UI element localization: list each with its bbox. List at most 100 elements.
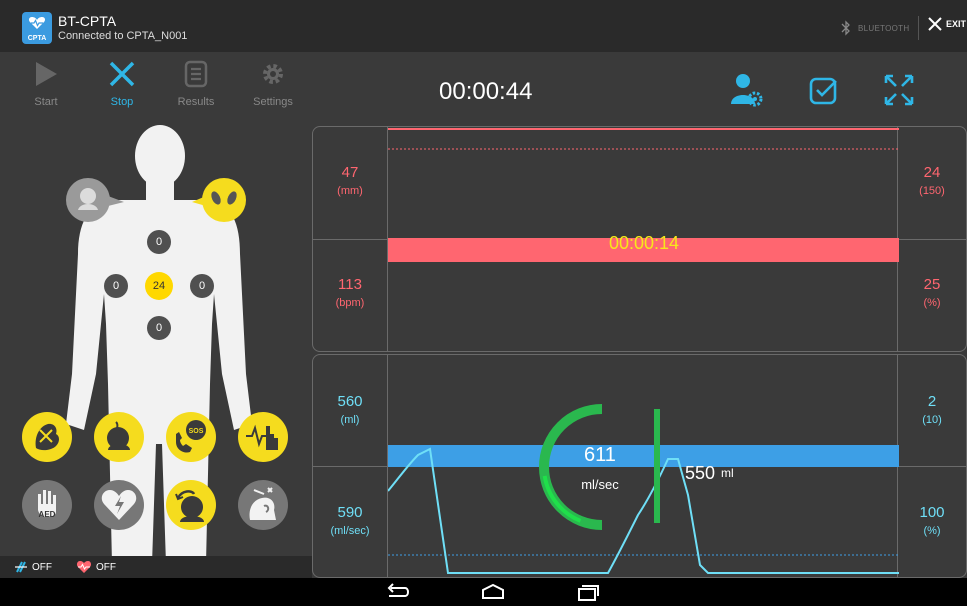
flow-gauge-unit: ml/sec	[581, 477, 619, 492]
app-logo: CPTA	[22, 12, 52, 44]
head-tilt-icon	[249, 487, 276, 520]
bluetooth-icon	[841, 20, 850, 36]
start-label: Start	[34, 96, 58, 108]
bluetooth-button[interactable]: BLUETOOTH	[840, 18, 909, 38]
divider	[313, 239, 387, 240]
pulse-check-icon	[246, 424, 278, 450]
depth-value: 47	[341, 164, 359, 181]
percent-value: 25	[923, 276, 941, 293]
rate-value: 113	[338, 276, 362, 293]
flow-rate-value: 590	[337, 504, 363, 521]
pulse-check-button[interactable]	[238, 412, 288, 462]
heart-pulse-icon	[76, 561, 92, 573]
head-tilt-bubble-icon[interactable]	[64, 176, 128, 224]
settings-button[interactable]: Settings	[243, 60, 303, 108]
bluetooth-label: BLUETOOTH	[858, 23, 910, 33]
stop-label: Stop	[110, 96, 134, 108]
compression-right-column: 24 (150) 25 (%)	[897, 127, 966, 351]
flow-readout: 590 (ml/sec)	[313, 504, 387, 537]
aed-label: AED	[38, 510, 56, 519]
sos-call-icon: SOS	[176, 420, 206, 453]
sensor-center: 24	[145, 272, 173, 300]
head-tilt-button[interactable]	[238, 480, 288, 530]
divider	[898, 239, 966, 240]
heart-status-label: OFF	[96, 561, 116, 573]
sensor-left: 0	[104, 274, 128, 298]
ventilation-right-column: 2 (10) 100 (%)	[897, 355, 966, 577]
breathing-icon	[107, 421, 130, 450]
flow-gauge-value: 611	[584, 444, 616, 466]
volume-value: 560	[337, 393, 363, 410]
gear-icon	[263, 64, 283, 84]
compression-status[interactable]: OFF	[14, 560, 52, 574]
title-bar: CPTA BT-CPTA Connected to CPTA_N001 BLUE…	[0, 0, 967, 52]
app-screen: CPTA BT-CPTA Connected to CPTA_N001 BLUE…	[0, 0, 967, 606]
stop-x-icon	[109, 61, 135, 87]
volume-gauge-value: 550	[685, 463, 715, 483]
start-button[interactable]: Start	[16, 60, 76, 108]
status-bar: OFF OFF	[0, 556, 312, 578]
checkbox-icon[interactable]	[808, 70, 840, 108]
ventilation-monitor: 560 (ml) 590 (ml/sec) 2 (10) 100 (%) 611…	[312, 354, 967, 578]
settings-label: Settings	[253, 96, 293, 108]
airway-obstruction-icon	[35, 423, 59, 451]
percent-readout: 25 (%)	[898, 276, 966, 309]
heart-status[interactable]: OFF	[76, 560, 116, 574]
volume-gauge-unit: ml	[721, 466, 734, 480]
count-readout: 24 (150)	[898, 164, 966, 197]
compression-monitor: 47 (mm) 113 (bpm) 24 (150) 25 (%) 00:00:…	[312, 126, 967, 352]
app-title: BT-CPTA	[58, 13, 117, 29]
breath-percent-readout: 100 (%)	[898, 504, 966, 537]
title-divider	[918, 16, 919, 40]
home-icon[interactable]	[479, 582, 507, 602]
rate-unit: (bpm)	[335, 297, 365, 309]
connection-status: Connected to CPTA_N001	[58, 30, 188, 42]
airway-obstruction-button[interactable]	[22, 412, 72, 462]
breath-count-unit: (10)	[922, 414, 942, 426]
volume-readout: 560 (ml)	[313, 393, 387, 426]
compression-status-label: OFF	[32, 561, 52, 573]
rate-readout: 113 (bpm)	[313, 276, 387, 309]
alien-face-bubble-icon[interactable]	[188, 176, 252, 224]
heart-shock-button[interactable]	[94, 480, 144, 530]
count-unit: (150)	[919, 185, 945, 197]
ventilation-graph: 611 ml/sec 550 ml	[388, 404, 899, 574]
breath-percent-value: 100	[919, 504, 945, 521]
results-button[interactable]: Results	[166, 60, 226, 108]
rescue-breath-icon	[175, 490, 204, 522]
aed-icon	[38, 490, 56, 517]
compression-bar-timer: 00:00:14	[609, 233, 679, 253]
breath-count-value: 2	[927, 393, 937, 410]
sensor-bottom: 0	[147, 316, 171, 340]
compression-graph: 00:00:14	[388, 128, 899, 262]
back-icon[interactable]	[383, 582, 411, 602]
depth-unit: (mm)	[337, 185, 363, 197]
heart-logo-icon	[28, 17, 46, 29]
breath-percent-unit: (%)	[923, 525, 941, 537]
count-value: 24	[923, 164, 941, 181]
depth-readout: 47 (mm)	[313, 164, 387, 197]
results-label: Results	[177, 96, 215, 108]
rescue-breath-button[interactable]	[166, 480, 216, 530]
close-icon	[928, 17, 942, 31]
body-panel: 0 0 24 0 0 SOS AED	[0, 124, 312, 578]
stop-button[interactable]: Stop	[92, 60, 152, 108]
play-icon	[36, 62, 57, 86]
aed-button[interactable]: AED	[22, 480, 72, 530]
user-settings-icon[interactable]	[728, 70, 766, 108]
ventilation-left-column: 560 (ml) 590 (ml/sec)	[313, 355, 388, 577]
logo-text: CPTA	[27, 35, 47, 42]
breath-count-readout: 2 (10)	[898, 393, 966, 426]
fullscreen-icon[interactable]	[882, 70, 916, 108]
heart-shock-icon	[101, 490, 137, 520]
compression-off-icon	[15, 561, 27, 573]
sensor-top: 0	[147, 230, 171, 254]
exit-button[interactable]: EXIT	[927, 16, 966, 32]
session-timer: 00:00:44	[439, 78, 533, 105]
volume-unit: (ml)	[340, 414, 360, 426]
sensor-right: 0	[190, 274, 214, 298]
breathing-button[interactable]	[94, 412, 144, 462]
exit-label: EXIT	[946, 19, 967, 29]
recent-apps-icon[interactable]	[573, 582, 601, 602]
sos-call-button[interactable]: SOS	[166, 412, 216, 462]
